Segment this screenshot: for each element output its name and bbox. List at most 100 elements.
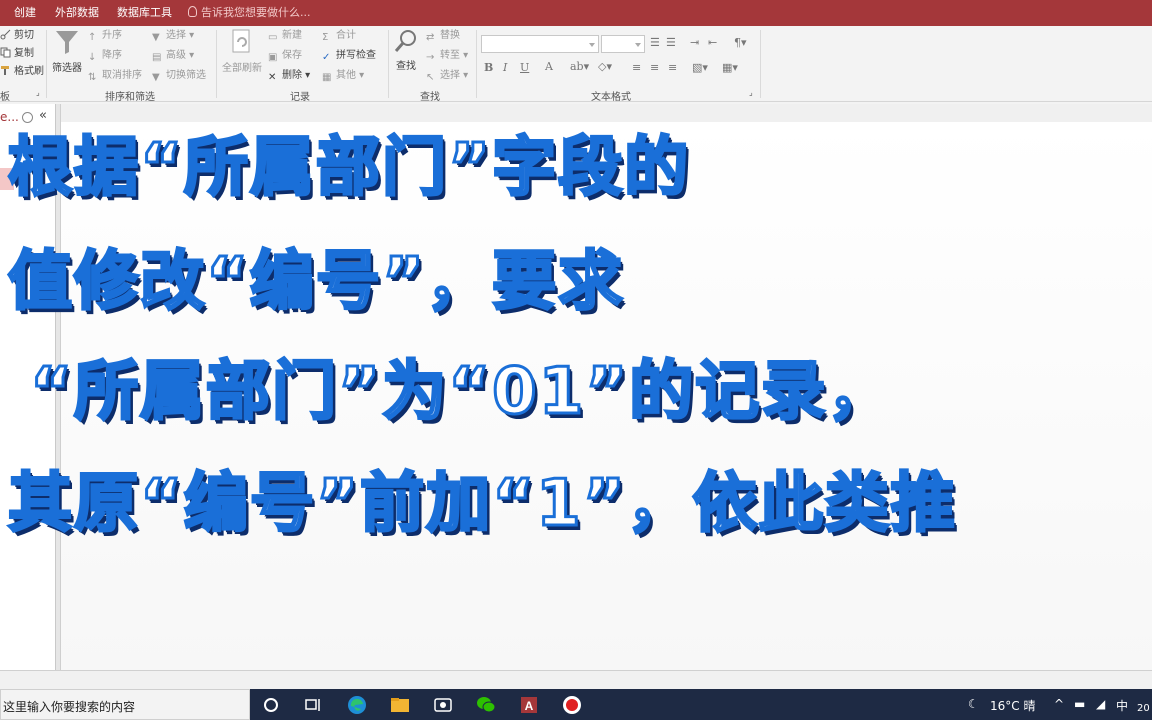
align-center-icon[interactable]: ≡ — [650, 61, 659, 74]
tab-external-data[interactable]: 外部数据 — [55, 0, 99, 26]
new-record-icon: ▭ — [268, 32, 278, 43]
battery-icon[interactable]: ▬ — [1074, 697, 1085, 711]
records-group-label: 记录 — [290, 92, 310, 103]
tell-me-box[interactable]: 告诉我您想要做什么... — [188, 0, 311, 26]
delete-record-button[interactable]: ✕ 删除 ▾ — [268, 68, 310, 84]
lightbulb-icon — [188, 6, 197, 17]
record-button-icon[interactable] — [562, 695, 582, 715]
save-record-button[interactable]: ▣ 保存 — [268, 48, 302, 64]
tab-create[interactable]: 创建 — [14, 0, 36, 26]
clipboard-group-label: 板 — [0, 92, 10, 103]
moon-icon: ☾ — [968, 697, 979, 711]
highlight-icon[interactable]: ab▾ — [570, 60, 589, 73]
clipboard-launcher-icon[interactable]: ⌟ — [36, 88, 40, 97]
edge-browser-icon[interactable] — [347, 695, 367, 715]
caption-line-4: 其原“编号”前加“1”，依此类推 — [7, 466, 957, 543]
advanced-button[interactable]: ▤ 高级 ▾ — [152, 48, 194, 64]
font-name-combo[interactable] — [481, 35, 599, 53]
gridlines-icon[interactable]: ▦▾ — [722, 61, 738, 74]
copy-button[interactable]: 复制 — [0, 46, 34, 62]
copy-label: 复制 — [14, 48, 34, 59]
selection-label: 选择 — [166, 30, 186, 41]
advanced-label: 高级 — [166, 50, 186, 61]
chevron-up-icon[interactable]: ^ — [1054, 697, 1064, 711]
text-format-launcher-icon[interactable]: ⌟ — [749, 88, 753, 97]
align-left-icon[interactable]: ≡ — [632, 61, 641, 74]
taskbar-search-text: 这里输入你要搜索的内容 — [3, 700, 136, 714]
format-painter-button[interactable]: 格式刷 — [0, 64, 44, 80]
selection-button[interactable]: ▼ 选择 ▾ — [152, 28, 194, 44]
caption-line-1: 根据“所属部门”字段的 — [6, 130, 691, 207]
clear-sort-button[interactable]: ⇅ 取消排序 — [88, 68, 142, 84]
find-button[interactable]: 查找 — [392, 28, 420, 72]
tab-database-tools[interactable]: 数据库工具 — [117, 0, 172, 26]
align-right-icon[interactable]: ≡ — [668, 61, 677, 74]
underline-button[interactable]: U — [520, 61, 529, 74]
replace-button[interactable]: ⇄ 替换 — [426, 28, 460, 44]
copy-icon — [0, 47, 11, 58]
refresh-icon — [232, 29, 250, 53]
numbering-icon[interactable]: ☰ — [666, 36, 676, 49]
brush-icon — [1, 66, 9, 75]
alternate-row-color-icon[interactable]: ▧▾ — [692, 61, 708, 74]
font-size-combo[interactable] — [601, 35, 645, 53]
navigation-pane-header: e... « — [0, 106, 56, 128]
bullets-icon[interactable]: ☰ — [650, 36, 660, 49]
cut-button[interactable]: 剪切 — [0, 28, 34, 44]
collapse-pane-button[interactable]: « — [39, 108, 47, 123]
weather-text[interactable]: 16°C 晴 — [990, 697, 1035, 714]
network-icon[interactable]: ◢ — [1096, 697, 1105, 711]
save-record-label: 保存 — [282, 50, 302, 61]
new-record-button[interactable]: ▭ 新建 — [268, 28, 302, 44]
indent-increase-icon[interactable]: ⇥ — [690, 36, 699, 49]
find-group-label: 查找 — [420, 92, 440, 103]
font-color-button[interactable]: A — [545, 60, 553, 73]
access-app-icon[interactable]: A — [519, 695, 539, 715]
refresh-all-label: 全部刷新 — [222, 63, 262, 74]
format-painter-label: 格式刷 — [14, 66, 44, 77]
goto-button[interactable]: → 转至 ▾ — [426, 48, 468, 64]
paragraph-direction-icon[interactable]: ¶▾ — [734, 36, 747, 49]
wechat-icon[interactable] — [476, 695, 496, 715]
select-button[interactable]: ↖ 选择 ▾ — [426, 68, 468, 84]
cortana-icon[interactable] — [261, 695, 281, 715]
tell-me-text: 告诉我您想要做什么... — [201, 6, 311, 19]
task-view-icon[interactable] — [303, 695, 323, 715]
new-record-label: 新建 — [282, 30, 302, 41]
status-bar — [0, 670, 1152, 689]
find-label: 查找 — [396, 61, 416, 72]
descending-button[interactable]: ↓ 降序 — [88, 48, 122, 64]
text-format-group-label: 文本格式 — [591, 92, 631, 103]
clear-sort-label: 取消排序 — [102, 70, 142, 81]
filter-button[interactable]: 筛选器 — [50, 28, 84, 74]
clear-sort-icon: ⇅ — [88, 72, 97, 83]
replace-label: 替换 — [440, 30, 460, 41]
toggle-filter-button[interactable]: ▼ 切换筛选 — [152, 68, 206, 84]
caption-line-2: 值修改“编号”，要求 — [6, 244, 625, 321]
select-label: 选择 — [440, 70, 460, 81]
bold-button[interactable]: B — [484, 61, 493, 74]
refresh-all-button[interactable]: 全部刷新 — [219, 28, 265, 74]
more-button[interactable]: ▦ 其他 ▾ — [322, 68, 364, 84]
taskbar-search-box[interactable]: 这里输入你要搜索的内容 — [0, 689, 250, 720]
magnifier-icon — [394, 30, 416, 52]
totals-button[interactable]: Σ 合计 — [322, 28, 356, 44]
screen-recorder-icon[interactable] — [433, 695, 453, 715]
italic-button[interactable]: I — [503, 61, 507, 74]
totals-label: 合计 — [336, 30, 356, 41]
ribbon-tab-bar: 创建 外部数据 数据库工具 告诉我您想要做什么... — [0, 0, 1152, 26]
cursor-icon: ↖ — [426, 72, 435, 83]
document-tab-strip — [61, 104, 1152, 122]
ascending-button[interactable]: ↑ 升序 — [88, 28, 122, 44]
indent-decrease-icon[interactable]: ⇤ — [708, 36, 717, 49]
spelling-label: 拼写检查 — [336, 50, 376, 61]
ime-indicator[interactable]: 中 — [1116, 697, 1128, 714]
spelling-button[interactable]: ✓ 拼写检查 — [322, 48, 376, 64]
clock-text[interactable]: 20 — [1137, 703, 1150, 714]
selection-filter-icon: ▼ — [152, 32, 160, 43]
fill-color-icon[interactable]: ◇▾ — [598, 60, 612, 73]
nav-dropdown-icon[interactable] — [22, 112, 33, 123]
cut-label: 剪切 — [14, 30, 34, 41]
file-explorer-icon[interactable] — [390, 695, 410, 715]
nav-pane-title[interactable]: e... — [0, 110, 19, 124]
